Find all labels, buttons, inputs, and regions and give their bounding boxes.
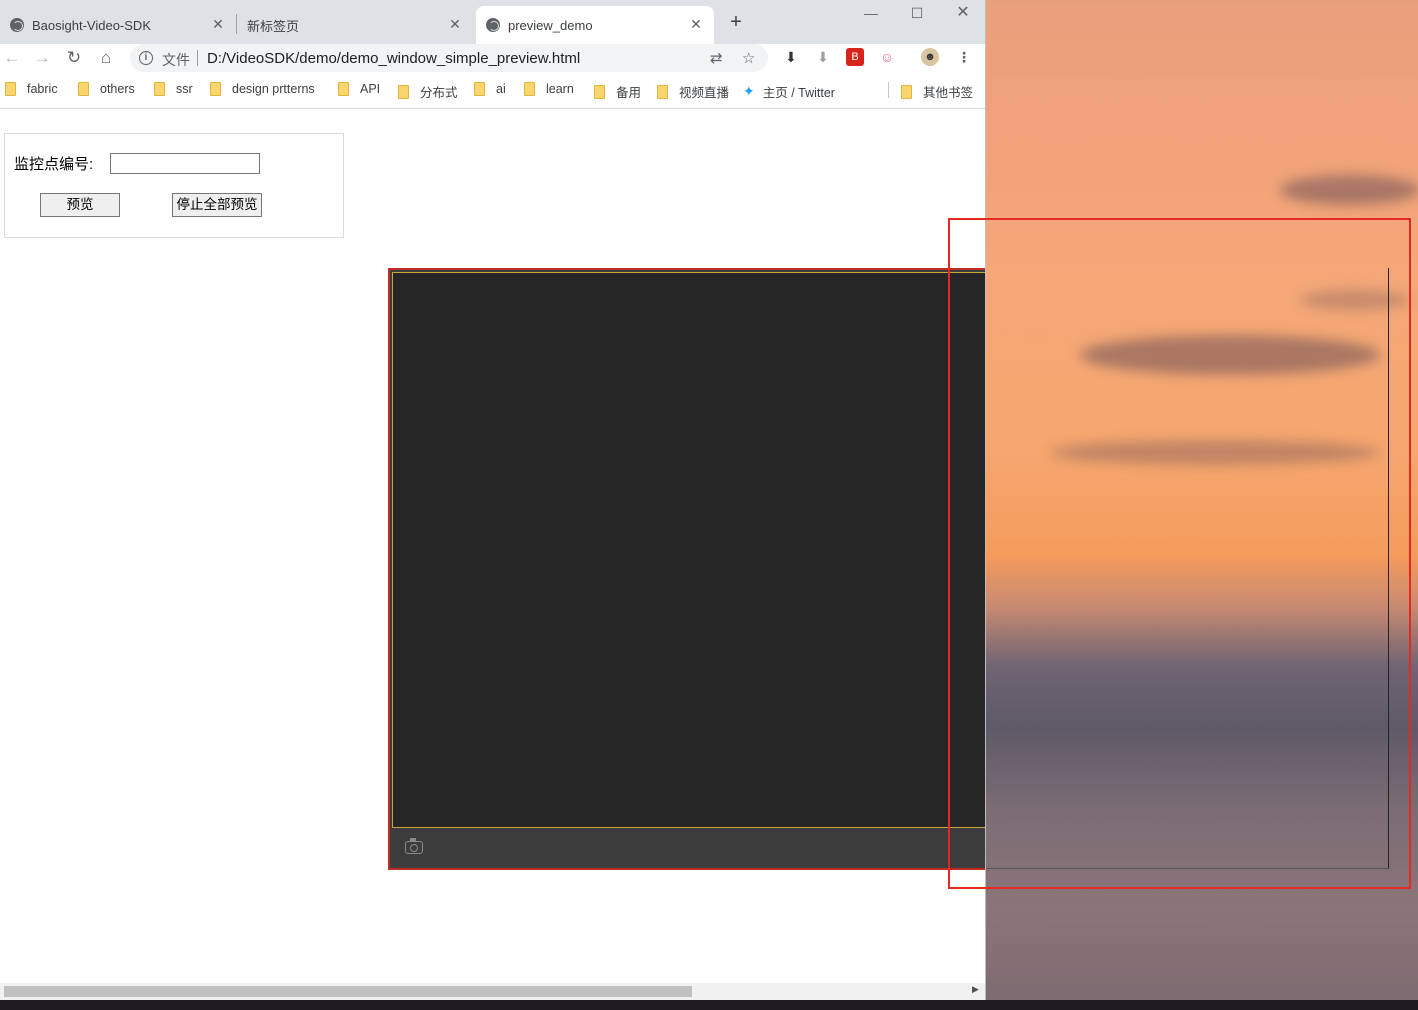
camera-snapshot-icon[interactable] bbox=[405, 838, 423, 854]
scrollbar-thumb[interactable] bbox=[4, 986, 692, 997]
player-control-bar bbox=[390, 828, 985, 868]
bookmark-item[interactable]: ssr bbox=[154, 82, 193, 96]
new-tab-button[interactable]: + bbox=[726, 12, 746, 32]
folder-icon bbox=[154, 82, 165, 96]
forward-icon[interactable]: → bbox=[30, 46, 54, 70]
bookmark-label: 主页 / Twitter bbox=[762, 86, 835, 100]
address-divider bbox=[197, 50, 198, 66]
maximize-button[interactable]: ☐ bbox=[894, 2, 940, 24]
download-alt-icon[interactable]: ⬇ bbox=[814, 48, 832, 66]
close-window-button[interactable]: ✕ bbox=[940, 2, 985, 24]
page-content: 监控点编号: 预览 停止全部预览 bbox=[0, 109, 985, 983]
bookmark-label: design prtterns bbox=[232, 82, 315, 96]
browser-window: Baosight-Video-SDK ✕ 新标签页 ✕ preview_demo… bbox=[0, 0, 986, 1000]
bookmark-item[interactable]: 分布式 bbox=[398, 82, 458, 101]
extension-tv-icon[interactable]: ☺ bbox=[878, 48, 896, 66]
camera-id-input[interactable] bbox=[110, 153, 260, 174]
tab-preview-demo[interactable]: preview_demo ✕ bbox=[476, 6, 714, 44]
bookmark-item[interactable]: 视频直播 bbox=[657, 82, 729, 101]
folder-icon bbox=[5, 82, 16, 96]
bookmark-label: API bbox=[360, 82, 381, 96]
bookmarks-bar: fabric others ssr design prtterns API 分布… bbox=[0, 78, 985, 104]
browser-toolbar: ← → ↻ ⌂ i 文件 D:/VideoSDK/demo/demo_windo… bbox=[0, 44, 985, 74]
folder-icon bbox=[398, 84, 409, 99]
folder-icon bbox=[78, 82, 89, 96]
bookmark-label: 备用 bbox=[616, 86, 642, 100]
globe-icon bbox=[10, 18, 24, 32]
bookmark-label: ssr bbox=[176, 82, 193, 96]
minimize-button[interactable]: — bbox=[848, 2, 894, 24]
address-bar[interactable]: i 文件 D:/VideoSDK/demo/demo_window_simple… bbox=[130, 44, 768, 72]
bookmark-item[interactable]: learn bbox=[524, 82, 574, 96]
bookmark-item[interactable]: API bbox=[338, 82, 380, 96]
folder-icon bbox=[594, 84, 605, 99]
folder-icon bbox=[210, 82, 221, 96]
close-icon[interactable]: ✕ bbox=[447, 16, 463, 33]
bookmark-label: 视频直播 bbox=[679, 86, 730, 100]
twitter-icon: ✦ bbox=[743, 83, 755, 99]
bookmark-item[interactable]: design prtterns bbox=[210, 82, 315, 96]
folder-icon bbox=[657, 84, 668, 99]
bookmark-label: fabric bbox=[27, 82, 58, 96]
folder-icon bbox=[338, 82, 349, 96]
star-icon[interactable]: ☆ bbox=[742, 49, 755, 67]
bookmark-item-twitter[interactable]: ✦ 主页 / Twitter bbox=[743, 82, 835, 101]
menu-icon[interactable]: ⋮ bbox=[955, 48, 973, 66]
folder-icon bbox=[524, 82, 535, 96]
close-icon[interactable]: ✕ bbox=[210, 16, 226, 33]
preview-button[interactable]: 预览 bbox=[40, 193, 120, 217]
tab-baosight[interactable]: Baosight-Video-SDK ✕ bbox=[0, 6, 236, 44]
taskbar-edge bbox=[0, 1000, 1418, 1010]
scheme-label: 文件 bbox=[162, 52, 190, 68]
reload-icon[interactable]: ↻ bbox=[62, 46, 86, 70]
bookmark-item[interactable]: 备用 bbox=[594, 82, 641, 101]
folder-icon bbox=[474, 82, 485, 96]
bookmarks-divider bbox=[888, 82, 889, 98]
scroll-right-icon[interactable]: ▶ bbox=[972, 984, 979, 995]
bookmark-item[interactable]: fabric bbox=[5, 82, 58, 96]
tab-title: 新标签页 bbox=[247, 18, 300, 34]
other-bookmarks[interactable]: 其他书签 bbox=[901, 82, 973, 101]
video-player bbox=[388, 268, 985, 870]
desktop-cloud bbox=[1280, 175, 1418, 205]
camera-id-label: 监控点编号: bbox=[14, 156, 94, 173]
tab-strip: Baosight-Video-SDK ✕ 新标签页 ✕ preview_demo… bbox=[0, 0, 985, 44]
highlight-rectangle bbox=[948, 218, 1411, 889]
stop-all-preview-button[interactable]: 停止全部预览 bbox=[172, 193, 262, 217]
bookmark-label: ai bbox=[496, 82, 506, 96]
bookmark-label: 分布式 bbox=[420, 86, 458, 100]
tab-new[interactable]: 新标签页 ✕ bbox=[237, 6, 473, 44]
translate-icon[interactable]: ⇄ bbox=[710, 49, 723, 67]
video-viewport[interactable] bbox=[392, 272, 985, 828]
close-icon[interactable]: ✕ bbox=[688, 16, 704, 33]
tab-title: preview_demo bbox=[508, 17, 593, 33]
extension-red-icon[interactable]: B bbox=[846, 48, 864, 66]
bookmark-label: others bbox=[100, 82, 135, 96]
avatar[interactable]: ☻ bbox=[921, 48, 939, 66]
bookmark-label: 其他书签 bbox=[923, 86, 974, 100]
folder-icon bbox=[901, 84, 912, 99]
home-icon[interactable]: ⌂ bbox=[94, 46, 118, 70]
bookmark-item[interactable]: ai bbox=[474, 82, 506, 96]
url-text[interactable]: D:/VideoSDK/demo/demo_window_simple_prev… bbox=[207, 50, 580, 67]
tab-title: Baosight-Video-SDK bbox=[32, 17, 151, 33]
back-icon[interactable]: ← bbox=[0, 46, 24, 70]
info-icon[interactable]: i bbox=[139, 51, 153, 65]
bookmark-item[interactable]: others bbox=[78, 82, 135, 96]
bookmark-label: learn bbox=[546, 82, 574, 96]
download-icon[interactable]: ⬇ bbox=[782, 48, 800, 66]
preview-form: 监控点编号: 预览 停止全部预览 bbox=[4, 133, 344, 238]
globe-icon bbox=[486, 18, 500, 32]
horizontal-scrollbar[interactable]: ▶ bbox=[0, 983, 985, 1000]
